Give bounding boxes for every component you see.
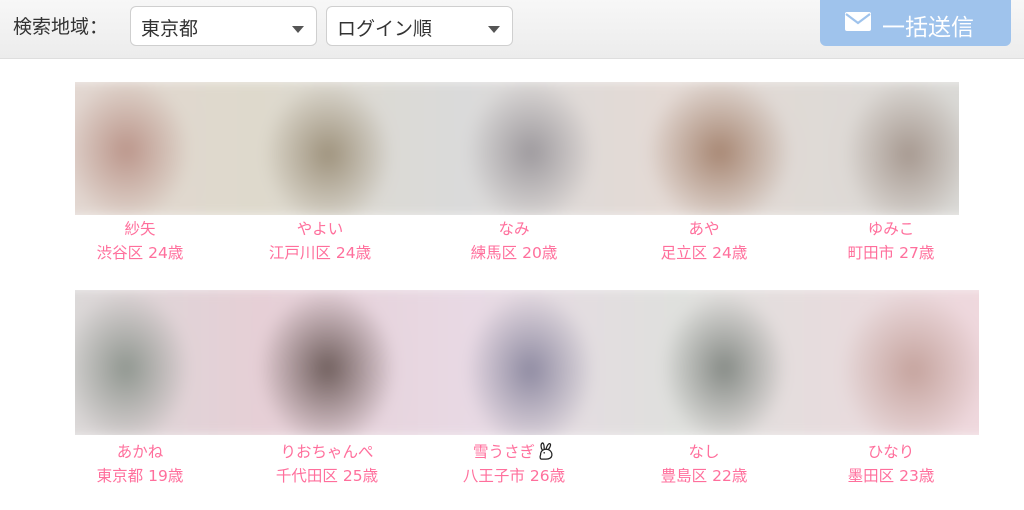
member-name: なみ: [498, 220, 530, 238]
rabbit-icon: [539, 442, 553, 460]
search-toolbar: 検索地域： 東京都 ログイン順 一括送信: [0, 0, 1024, 59]
member-card[interactable]: ゆみこ 町田市 27歳: [796, 217, 986, 265]
sort-order-select[interactable]: ログイン順: [326, 6, 513, 46]
member-location-age: 町田市 27歳: [847, 244, 935, 262]
member-location-age: 東京都 19歳: [96, 467, 184, 485]
member-photo[interactable]: [645, 82, 815, 215]
member-photo[interactable]: [635, 290, 815, 435]
member-name: 雪うさぎ: [472, 443, 535, 461]
region-select[interactable]: 東京都: [130, 6, 317, 46]
member-name: ゆみこ: [867, 220, 915, 238]
member-card[interactable]: 雪うさぎ 八王子市 26歳: [419, 440, 609, 488]
member-photo[interactable]: [455, 82, 645, 215]
bulk-send-label: 一括送信: [882, 15, 974, 41]
member-photo[interactable]: [265, 82, 455, 215]
member-location-age: 足立区 24歳: [660, 244, 748, 262]
member-card[interactable]: あや 足立区 24歳: [609, 217, 799, 265]
member-card[interactable]: やよい 江戸川区 24歳: [225, 217, 415, 265]
member-location-age: 渋谷区 24歳: [96, 244, 184, 262]
member-name: あや: [688, 220, 720, 238]
member-location-age: 八王子市 26歳: [462, 467, 566, 485]
member-location-age: 墨田区 23歳: [847, 467, 935, 485]
member-card[interactable]: なみ 練馬区 20歳: [419, 217, 609, 265]
member-name-row: 雪うさぎ: [419, 440, 609, 464]
member-name: ひなり: [867, 443, 915, 461]
member-card[interactable]: あかね 東京都 19歳: [45, 440, 235, 488]
member-photo-row: [75, 290, 979, 435]
member-photo[interactable]: [815, 290, 979, 435]
member-card[interactable]: 紗矢 渋谷区 24歳: [45, 217, 235, 265]
chevron-down-icon: [488, 26, 500, 33]
search-region-label: 検索地域：: [13, 16, 109, 38]
region-select-value: 東京都: [141, 18, 199, 40]
member-photo[interactable]: [815, 82, 959, 215]
sort-order-select-value: ログイン順: [337, 18, 433, 40]
member-location-age: 千代田区 25歳: [275, 467, 379, 485]
member-name: なし: [688, 443, 720, 461]
member-name: やよい: [296, 220, 344, 238]
member-location-age: 豊島区 22歳: [660, 467, 748, 485]
member-photo[interactable]: [445, 290, 635, 435]
member-card[interactable]: ひなり 墨田区 23歳: [796, 440, 986, 488]
member-name: りおちゃんぺ: [280, 443, 374, 461]
member-name: 紗矢: [124, 220, 156, 238]
member-card[interactable]: なし 豊島区 22歳: [609, 440, 799, 488]
member-photo[interactable]: [75, 290, 265, 435]
member-name: あかね: [116, 443, 164, 461]
mail-icon: [845, 12, 871, 31]
member-location-age: 江戸川区 24歳: [268, 244, 372, 262]
member-location-age: 練馬区 20歳: [470, 244, 558, 262]
member-photo-row: [75, 82, 959, 215]
member-card[interactable]: りおちゃんぺ 千代田区 25歳: [232, 440, 422, 488]
member-photo[interactable]: [265, 290, 445, 435]
chevron-down-icon: [292, 26, 304, 33]
bulk-send-button[interactable]: 一括送信: [820, 0, 1011, 46]
member-photo[interactable]: [75, 82, 265, 215]
